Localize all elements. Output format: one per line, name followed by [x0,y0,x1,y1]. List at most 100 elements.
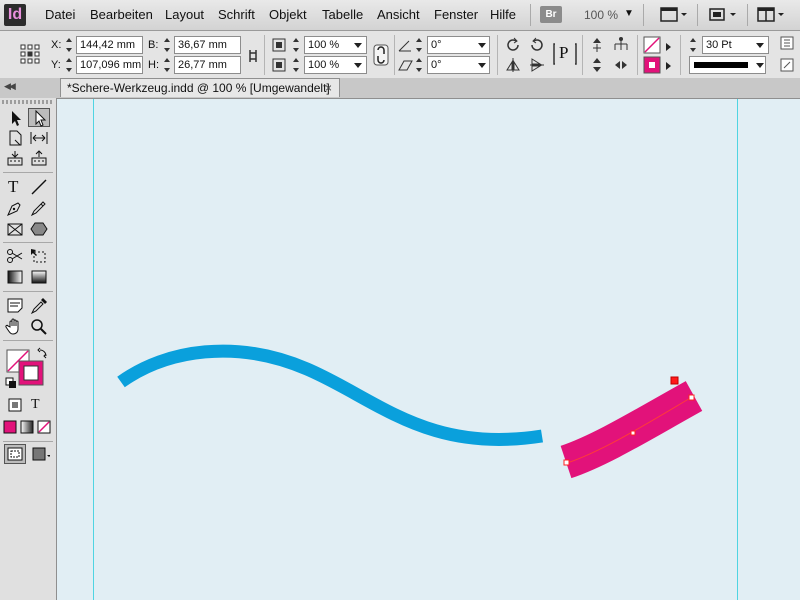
eyedropper-tool[interactable] [29,296,49,314]
constrain-proportions-icon[interactable] [244,47,262,65]
zoom-level-value: 100 % [584,8,619,22]
pen-tool[interactable] [5,199,25,217]
link-scale-icon[interactable] [372,44,390,66]
chevron-down-icon[interactable] [478,43,486,48]
pencil-tool[interactable] [29,199,49,217]
menu-objekt[interactable]: Objekt [269,7,307,22]
width-field[interactable]: 36,67 mm [174,36,241,54]
direct-selection-tool[interactable] [28,108,50,127]
rotate-counterclockwise-icon[interactable] [528,36,546,54]
content-collector-tool[interactable] [5,149,25,167]
menu-ansicht[interactable]: Ansicht [377,7,420,22]
bridge-button[interactable]: Br [540,6,562,23]
gradient-feather-icon [31,270,47,284]
document-canvas[interactable] [57,99,800,600]
y-position-field[interactable]: 107,096 mm [76,56,143,74]
formatting-affects-text-button[interactable]: T [27,396,47,414]
scissors-tool[interactable] [5,247,25,265]
gradient-swatch-tool[interactable] [5,268,25,286]
flip-vertical-icon[interactable] [528,56,546,74]
menu-hilfe[interactable]: Hilfe [490,7,516,22]
text-wrap-button[interactable]: P [552,42,578,66]
polygon-tool[interactable] [29,220,49,238]
select-content-icon[interactable] [612,36,630,54]
line-tool[interactable] [29,178,49,196]
chevron-down-icon [756,63,764,68]
collapse-panel-icon[interactable]: ◀◀ [4,81,16,92]
select-container-icon[interactable] [588,36,606,54]
x-position-field[interactable]: 144,42 mm [76,36,143,54]
x-stepper[interactable] [64,36,74,54]
toolbar-separator [680,35,681,75]
chevron-down-icon[interactable] [756,43,764,48]
shear-stepper[interactable] [414,56,424,74]
chevron-down-icon[interactable] [354,43,362,48]
anchor-point-start[interactable] [563,459,570,466]
rotation-stepper[interactable] [414,36,424,54]
anchor-point-mid[interactable] [630,430,636,436]
stroke-type-dropdown[interactable] [689,56,766,74]
panel-menu-icon[interactable] [779,35,795,51]
content-placer-tool[interactable] [29,149,49,167]
type-tool[interactable]: T [5,177,25,196]
selected-anchor-point[interactable] [670,376,679,385]
app-logo: Id [4,4,26,26]
document-tab[interactable]: *Schere-Werkzeug.indd @ 100 % [Umgewande… [60,78,340,97]
text-wrap-glyph: P [559,43,569,62]
arrange-documents-button[interactable] [755,5,785,25]
anchor-point-end[interactable] [688,394,695,401]
gap-icon [30,132,48,144]
panel-grip[interactable] [2,100,54,104]
normal-view-button[interactable] [4,444,26,464]
stroke-color-swatch-icon[interactable] [643,56,661,74]
height-field[interactable]: 26,77 mm [174,56,241,74]
zoom-level-dropdown[interactable]: 100 % ▼ [578,6,636,24]
magnifier-icon [31,319,47,335]
menu-tabelle[interactable]: Tabelle [322,7,363,22]
screen-mode-button[interactable] [706,5,736,25]
formatting-affects-container-button[interactable] [5,396,25,414]
scale-y-stepper[interactable] [291,56,301,74]
close-icon[interactable]: × [325,79,332,98]
eyedropper-icon [30,298,47,314]
menu-fenster[interactable]: Fenster [434,7,478,22]
fill-none-swatch-icon[interactable] [643,36,661,54]
rectangle-frame-tool[interactable] [5,220,25,238]
menu-bearbeiten[interactable]: Bearbeiten [90,7,153,22]
free-transform-tool[interactable] [29,247,49,265]
gradient-feather-tool[interactable] [29,268,49,286]
chevron-right-icon[interactable] [666,43,671,51]
apply-none-button[interactable] [36,418,53,436]
scale-x-stepper[interactable] [291,36,301,54]
reference-point-icon[interactable] [20,44,40,64]
tool-separator [3,242,53,243]
page-tool[interactable] [5,129,25,147]
selection-tool[interactable] [5,109,25,127]
quick-apply-icon[interactable] [779,57,795,73]
flip-horizontal-icon[interactable] [504,56,522,74]
rotate-clockwise-icon[interactable] [504,36,522,54]
hand-tool[interactable] [5,317,25,335]
menu-layout[interactable]: Layout [165,7,204,22]
note-tool[interactable] [5,296,25,314]
chevron-right-icon[interactable] [666,62,671,70]
gap-tool[interactable] [29,129,49,147]
chevron-down-icon[interactable] [354,63,362,68]
apply-color-button[interactable] [2,418,19,436]
blue-curve-path[interactable] [117,344,544,446]
fill-stroke-swatches [5,347,47,388]
y-stepper[interactable] [64,56,74,74]
select-previous-object-icon[interactable] [588,56,606,74]
chevron-down-icon[interactable] [478,63,486,68]
zoom-tool[interactable] [29,317,49,335]
select-next-object-icon[interactable] [612,56,630,74]
view-options-button[interactable] [658,5,688,25]
height-stepper[interactable] [162,56,172,74]
width-stepper[interactable] [162,36,172,54]
stroke-weight-stepper[interactable] [688,36,698,54]
preview-mode-button[interactable] [30,445,50,463]
menu-schrift[interactable]: Schrift [218,7,255,22]
apply-gradient-button[interactable] [19,418,36,436]
menu-datei[interactable]: Datei [45,7,75,22]
magenta-curve-segment[interactable] [560,381,703,479]
